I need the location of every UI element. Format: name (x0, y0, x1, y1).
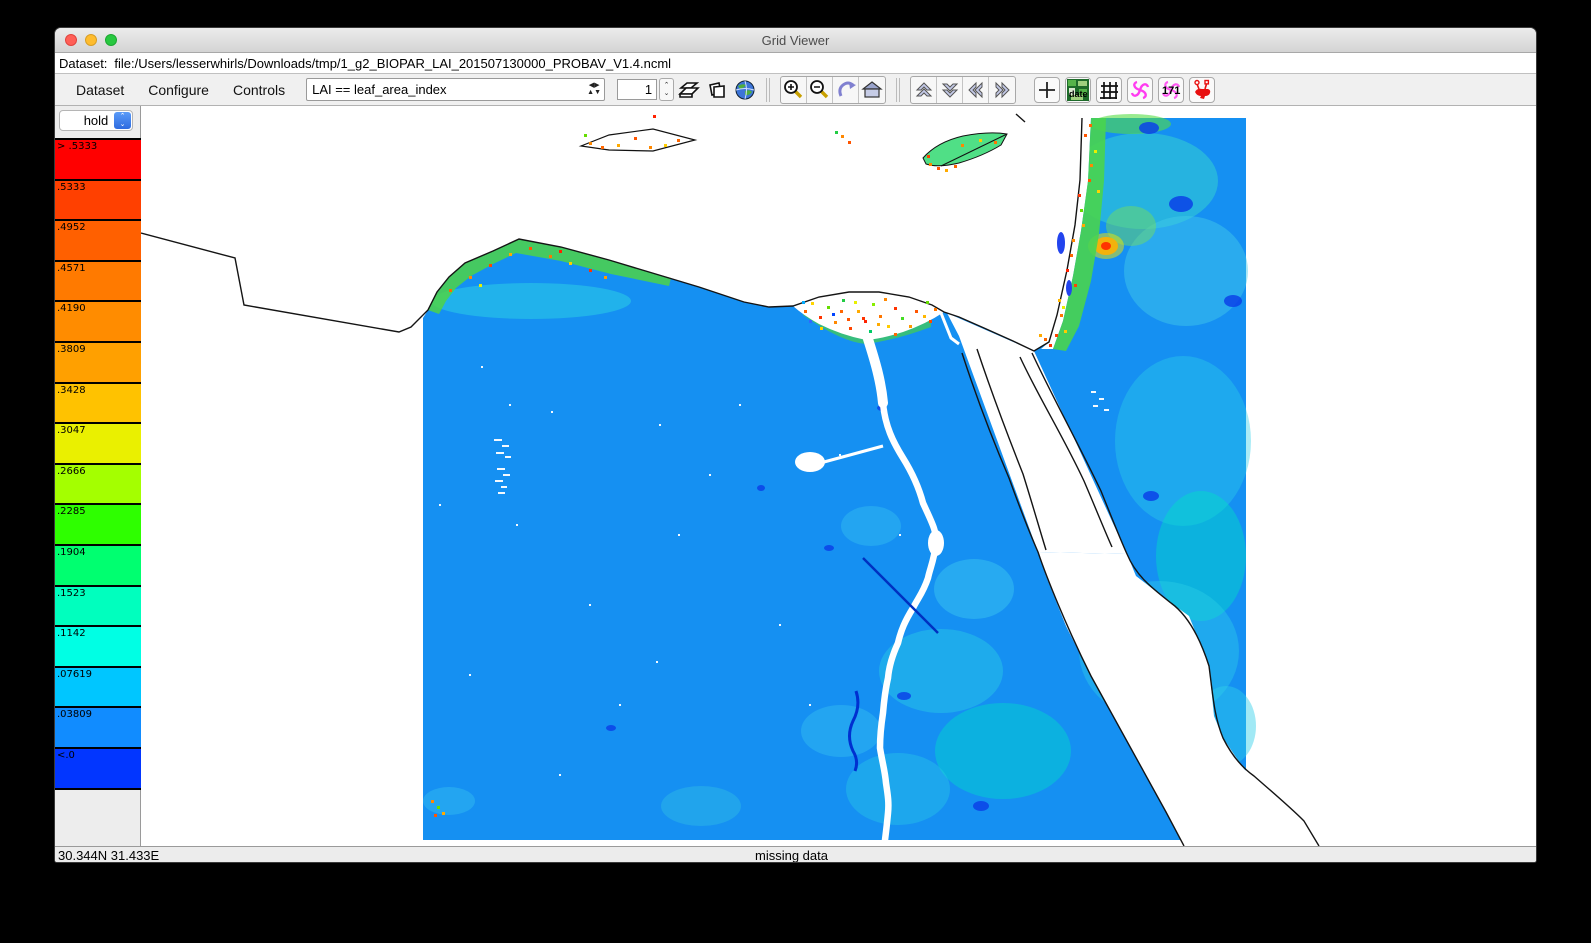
colorbar-entry: .4952 (55, 219, 141, 260)
grid-icon[interactable] (1096, 77, 1122, 103)
hold-select-stepper-icon: ⌃⌄ (114, 112, 131, 129)
colorbar-entry: .5333 (55, 179, 141, 220)
home-icon[interactable] (859, 77, 885, 103)
colorbar-entry: .3047 (55, 422, 141, 463)
plus-icon[interactable] (1034, 77, 1060, 103)
colorbar-scale: > .5333 .5333 .4952 .4571 .4190 .3809 .3… (55, 138, 141, 790)
nav-right-icon[interactable] (989, 77, 1015, 103)
crab-icon[interactable] (1189, 77, 1215, 103)
zoom-out-icon[interactable] (807, 77, 833, 103)
status-bar: 30.344N 31.433E missing data (55, 846, 1536, 862)
print-icon[interactable] (676, 77, 702, 103)
colorbar-entry: .3809 (55, 341, 141, 382)
zoom-in-icon[interactable] (781, 77, 807, 103)
colorbar-entry: .2285 (55, 503, 141, 544)
globe-icon[interactable] (732, 77, 758, 103)
nav-left-icon[interactable] (963, 77, 989, 103)
main-area: hold ⌃⌄ > .5333 .5333 .4952 .4571 .4190 … (55, 106, 1536, 846)
colorbar-entry: .1142 (55, 625, 141, 666)
hold-mode-select[interactable]: hold ⌃⌄ (59, 110, 133, 131)
dataset-label: Dataset: (59, 56, 107, 71)
pinwheel-version-icon[interactable]: 171 (1158, 77, 1184, 103)
colorbar-entry: .07619 (55, 666, 141, 707)
field-selector-combobox[interactable]: LAI == leaf_area_index ◀▶▲▼ (306, 78, 605, 101)
colorbar-entry: .3428 (55, 382, 141, 423)
rotate-icon[interactable] (833, 77, 859, 103)
grid-viewer-window: Grid Viewer Dataset: file:/Users/lesserw… (55, 28, 1536, 862)
minimize-window-icon[interactable] (85, 34, 97, 46)
colorbar-entry: <.0 (55, 747, 141, 788)
colorbar-panel: hold ⌃⌄ > .5333 .5333 .4952 .4571 .4190 … (55, 106, 141, 846)
dataset-bar: Dataset: file:/Users/lesserwhirls/Downlo… (55, 53, 1536, 74)
field-selector-value: LAI == leaf_area_index (312, 82, 446, 97)
cursor-position-readout: 30.344N 31.433E (58, 848, 159, 862)
pages-icon[interactable] (704, 77, 730, 103)
toolbar: Dataset Configure Controls LAI == leaf_a… (55, 74, 1536, 106)
level-spinner[interactable]: 1 ⌃⌄ (617, 78, 674, 101)
level-spinner-value[interactable]: 1 (617, 79, 657, 100)
colorbar-entry: .1523 (55, 585, 141, 626)
nav-down-icon[interactable] (937, 77, 963, 103)
pinwheel-version-label: 171 (1162, 85, 1180, 97)
window-title: Grid Viewer (762, 33, 830, 48)
colorbar-entry: > .5333 (55, 138, 141, 179)
colorbar-entry: .1904 (55, 544, 141, 585)
map-svg (141, 106, 1536, 846)
zoom-window-icon[interactable] (105, 34, 117, 46)
level-spinner-stepper-icon[interactable]: ⌃⌄ (659, 78, 674, 101)
nav-group (910, 76, 1016, 104)
nav-up-icon[interactable] (911, 77, 937, 103)
colorbar-entry: .2666 (55, 463, 141, 504)
dataset-path: file:/Users/lesserwhirls/Downloads/tmp/1… (114, 56, 671, 71)
colorbar-entry: .03809 (55, 706, 141, 747)
toolbar-separator (766, 78, 770, 102)
colorbar-entry: .4571 (55, 260, 141, 301)
pinwheel-icon[interactable] (1127, 77, 1153, 103)
date-image-label: date (1069, 89, 1088, 99)
value-readout: missing data (755, 848, 828, 862)
hold-mode-value: hold (84, 113, 109, 128)
close-window-icon[interactable] (65, 34, 77, 46)
date-image-icon[interactable]: date (1065, 77, 1091, 103)
menu-configure[interactable]: Configure (137, 82, 220, 98)
title-bar[interactable]: Grid Viewer (55, 28, 1536, 53)
toolbar-separator (896, 78, 900, 102)
map-canvas[interactable] (141, 106, 1536, 846)
zoom-group (780, 76, 886, 104)
menu-dataset[interactable]: Dataset (65, 82, 135, 98)
menu-controls[interactable]: Controls (222, 82, 296, 98)
colorbar-entry: .4190 (55, 300, 141, 341)
field-selector-arrows-icon[interactable]: ◀▶▲▼ (586, 79, 602, 100)
